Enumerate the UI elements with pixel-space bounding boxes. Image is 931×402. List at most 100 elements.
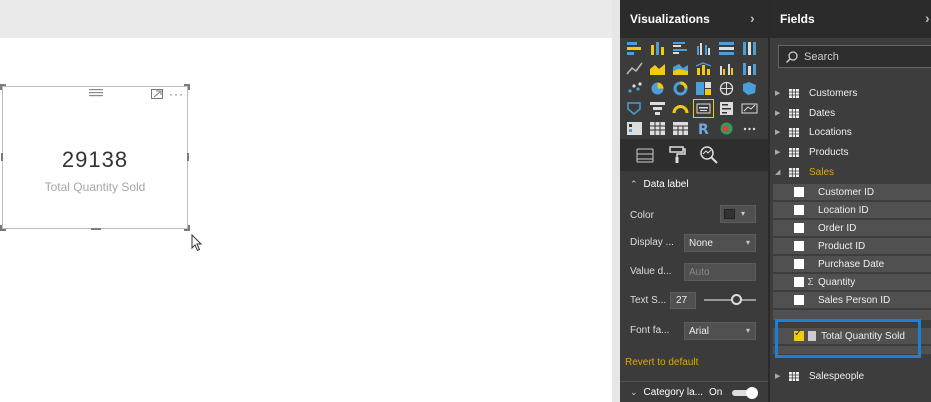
more-options-icon[interactable]: ··· [169,87,184,101]
collapse-fields-icon[interactable]: › [925,10,930,26]
field-sales-person-id[interactable]: Sales Person ID [773,292,931,308]
field-name: Location ID [818,204,869,216]
field-checkbox[interactable] [794,259,804,269]
field-table-locations[interactable]: ▶ Locations [775,123,931,141]
resize-handle-tl-v[interactable] [0,84,2,90]
format-paint-roller-tab-icon[interactable] [666,145,688,165]
100-stacked-column-icon[interactable] [740,40,759,57]
color-picker[interactable]: ▾ [720,205,756,223]
matrix-visual-icon[interactable] [671,120,690,137]
resize-handle-right[interactable] [187,153,189,161]
field-checkbox[interactable] [794,277,804,287]
font-family-value: Arial [689,326,710,337]
svg-text:R: R [698,122,709,137]
field-customer-id[interactable]: Customer ID [773,184,931,200]
more-visuals-icon[interactable] [740,120,759,137]
table-icon [789,127,799,137]
field-order-id[interactable]: Order ID [773,220,931,236]
table-name: Customers [809,87,858,99]
resize-handle-tr-v[interactable] [188,84,190,90]
analytics-magnifier-tab-icon[interactable] [698,145,720,165]
table-icon [789,371,799,381]
search-placeholder: Search [804,51,839,63]
line-and-column-chart-icon[interactable] [694,60,713,77]
line-chart-icon[interactable] [625,60,644,77]
stacked-area-chart-icon[interactable] [671,60,690,77]
power-bi-report-view: ··· 29138 Total Quantity Sold Visualizat… [0,0,931,402]
scatter-chart-icon[interactable] [625,80,644,97]
r-script-visual-icon[interactable]: R [694,120,713,137]
ribbon-chart-icon[interactable] [740,60,759,77]
funnel-chart-icon[interactable] [648,100,667,117]
fields-search-input[interactable]: Search [778,45,931,68]
revert-to-default-link[interactable]: Revert to default [625,357,698,368]
collapse-visualizations-icon[interactable]: › [750,10,755,26]
field-table-products[interactable]: ▶ Products [775,143,931,161]
resize-handle-bottom[interactable] [91,228,101,230]
category-label-toggle[interactable] [732,387,758,399]
resize-handle-bl-v[interactable] [0,225,2,231]
mouse-cursor-icon [191,234,203,252]
field-quantity[interactable]: Σ Quantity [773,274,931,290]
line-and-clustered-column-icon[interactable] [717,60,736,77]
display-units-label: Display ... [630,237,674,248]
field-table-customers[interactable]: ▶ Customers [775,84,931,102]
field-checkbox[interactable] [794,205,804,215]
field-table-salespeople[interactable]: ▶ Salespeople [775,367,931,385]
100-stacked-bar-icon[interactable] [717,40,736,57]
stacked-column-chart-icon[interactable] [648,40,667,57]
map-icon[interactable] [717,80,736,97]
pane-tab-strip [620,139,768,171]
text-size-slider-thumb[interactable] [731,294,742,305]
text-size-slider-track[interactable] [704,294,756,305]
text-size-input[interactable]: 27 [670,292,696,309]
field-checkbox[interactable] [794,295,804,305]
field-checkbox[interactable] [794,223,804,233]
chevron-down-icon: ▾ [741,209,746,218]
sigma-icon: Σ [807,276,814,288]
gauge-icon[interactable] [671,100,690,117]
card-label: Total Quantity Sold [44,180,146,194]
stacked-bar-chart-icon[interactable] [625,40,644,57]
slicer-icon[interactable] [625,120,644,137]
fields-well-tab-icon[interactable] [634,145,656,165]
expand-triangle-icon: ▶ [775,90,781,97]
resize-handle-br-v[interactable] [188,225,190,231]
field-purchase-date[interactable]: Purchase Date [773,256,931,272]
table-visual-icon[interactable] [648,120,667,137]
display-units-value: None [689,238,713,249]
table-icon [789,147,799,157]
display-units-dropdown[interactable]: None ▾ [684,234,756,252]
value-decimals-input[interactable]: Auto [684,263,756,281]
arcgis-map-icon[interactable] [717,120,736,137]
focus-mode-icon[interactable] [151,89,163,99]
font-family-dropdown[interactable]: Arial ▾ [684,322,756,340]
card-visual[interactable]: ··· 29138 Total Quantity Sold [0,84,190,231]
shape-map-icon[interactable] [625,100,644,117]
field-product-id[interactable]: Product ID [773,238,931,254]
data-label-section-header[interactable]: ⌃ Data label [620,171,768,197]
field-name: Quantity [818,276,856,288]
treemap-icon[interactable] [694,80,713,97]
multi-row-card-icon[interactable] [717,100,736,117]
pie-chart-icon[interactable] [648,80,667,97]
donut-chart-icon[interactable] [671,80,690,97]
field-name: Sales Person ID [818,294,891,306]
value-decimals-label: Value d... [630,266,672,277]
field-location-id[interactable]: Location ID [773,202,931,218]
field-checkbox[interactable] [794,187,804,197]
table-icon [789,167,799,177]
clustered-bar-chart-icon[interactable] [671,40,690,57]
filled-map-icon[interactable] [740,80,759,97]
area-chart-icon[interactable] [648,60,667,77]
highlight-box [775,319,921,358]
clustered-column-chart-icon[interactable] [694,40,713,57]
field-table-dates[interactable]: ▶ Dates [775,104,931,122]
drag-grip-icon[interactable] [89,89,103,97]
kpi-icon[interactable] [740,100,759,117]
field-table-sales[interactable]: ◢ Sales [775,163,931,181]
field-checkbox[interactable] [794,241,804,251]
field-name: Purchase Date [818,258,885,270]
collapse-triangle-icon: ◢ [775,169,781,176]
card-visual-icon[interactable] [693,99,714,118]
